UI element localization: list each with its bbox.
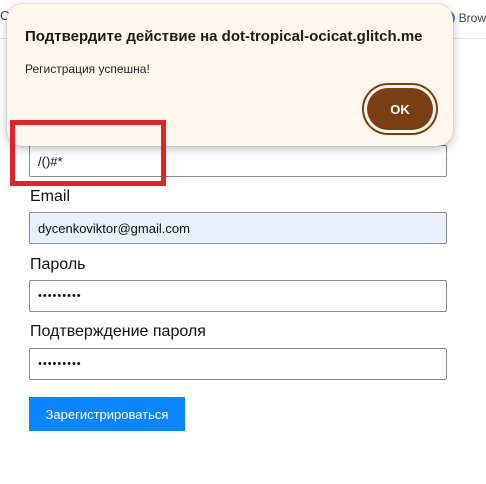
- email-label: Email: [30, 188, 71, 205]
- password-field[interactable]: •••••••••: [29, 280, 447, 312]
- password-label: Пароль: [30, 256, 86, 273]
- password-field-value: •••••••••: [38, 290, 82, 302]
- confirm-password-label: Подтверждение пароля: [30, 323, 206, 340]
- confirm-password-field-value: •••••••••: [38, 358, 82, 370]
- highlight-box: [10, 120, 166, 186]
- bookmark-label: Brow: [458, 11, 486, 25]
- email-field[interactable]: dycenkoviktor@gmail.com: [29, 212, 447, 244]
- dialog-title: Подтвердите действие на dot-tropical-oci…: [25, 28, 423, 45]
- confirm-password-field[interactable]: •••••••••: [29, 348, 447, 380]
- email-field-value: dycenkoviktor@gmail.com: [38, 220, 190, 236]
- page: С Brow /()#* Email dycenkoviktor@gmail.c…: [0, 0, 486, 484]
- ok-button[interactable]: OK: [367, 88, 433, 130]
- dialog-message: Регистрация успешна!: [25, 62, 150, 76]
- register-button[interactable]: Зарегистрироваться: [29, 397, 185, 431]
